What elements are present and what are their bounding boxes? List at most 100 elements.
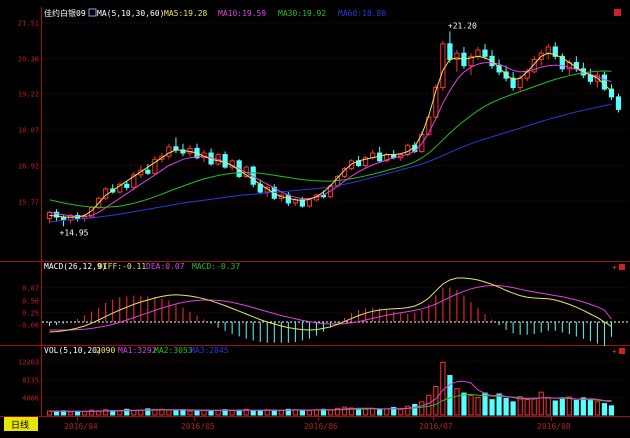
volume-bar	[166, 409, 172, 416]
volume-bar	[433, 386, 439, 416]
volume-bar	[355, 408, 362, 416]
volume-bar	[412, 403, 418, 416]
macd-panel-header: MACD(26,12,9) DIFF:-0.11 DEA:0.07 MACD:-…	[44, 262, 625, 272]
price-axis-tick-label: 15.77	[18, 199, 39, 207]
volume-bar	[215, 409, 221, 416]
volume-bar	[236, 409, 242, 416]
candle-body	[145, 169, 151, 174]
x-axis: 2016/04 2016/05 2016/06 2016/07 2016/08	[64, 417, 571, 431]
volume-bar	[468, 394, 474, 416]
volume-bar	[46, 410, 53, 416]
close-icon[interactable]	[614, 9, 621, 16]
stock-chart: 佳约白银09 MA(5,10,30,60) MA5:19.28 MA10:19.…	[0, 7, 630, 431]
volume-bar	[587, 398, 593, 416]
volume-bar	[306, 410, 313, 416]
volume-bar	[117, 410, 123, 416]
high-price-annotation: +21.20	[448, 21, 477, 30]
vol-axis-tick-label: 8135	[22, 377, 39, 385]
ma30-label: MA30:19.92	[278, 9, 326, 18]
vol-ma2-label: MA2:3053	[154, 346, 193, 355]
volume-bar	[187, 410, 193, 416]
x-label-2016-05: 2016/05	[181, 422, 215, 431]
vol-close-icon[interactable]	[619, 348, 625, 354]
dea-label: DEA:0.07	[146, 262, 185, 271]
vol-axis-tick-label: 4066	[22, 395, 39, 403]
volume-bar	[278, 410, 284, 416]
period-button[interactable]: 日线	[4, 417, 38, 431]
volume-bar	[566, 396, 572, 416]
volume-bar	[67, 411, 74, 416]
volume-bar	[482, 392, 488, 416]
price-axis-tick-label: 21.51	[18, 20, 39, 28]
volume-bar	[503, 397, 509, 416]
candle-body	[601, 74, 608, 90]
price-plot-area: 21.51 20.36 19.22 18.07 16.92 15.77 +21.20 +14.…	[18, 20, 630, 237]
candle-body	[447, 43, 453, 60]
instrument-title: 佳约白银09	[44, 8, 86, 18]
volume-bar	[524, 399, 530, 416]
candle-body	[615, 96, 622, 110]
volume-bar	[531, 397, 537, 416]
ma60-line	[49, 103, 612, 223]
volume-bar	[447, 375, 453, 416]
volume-bar	[180, 409, 186, 416]
macd-close-icon[interactable]	[619, 264, 625, 270]
candle-body	[475, 49, 481, 57]
price-axis-tick-label: 19.22	[18, 91, 39, 99]
volume-bar	[538, 391, 544, 416]
vol-add-icon[interactable]: +	[612, 347, 617, 356]
price-axis-tick-label: 16.92	[18, 163, 39, 171]
volume-bar	[608, 405, 615, 416]
candle-body	[166, 146, 172, 157]
volume-bar	[426, 394, 432, 416]
macd-add-icon[interactable]: +	[612, 263, 617, 272]
macd-plot-area: 0.87 0.56 0.25 -0.06	[18, 277, 630, 346]
volume-bar	[363, 408, 369, 416]
vol-axis-tick-label: 12203	[18, 359, 39, 367]
volume-bar	[545, 396, 551, 416]
volume-bar	[496, 393, 502, 416]
macd-axis-tick-label: 0.87	[22, 285, 39, 293]
volume-bar	[82, 410, 88, 416]
volume-bar	[405, 405, 411, 416]
volume-bar	[299, 409, 305, 416]
candle-body	[440, 43, 446, 89]
volume-bar	[341, 406, 348, 416]
volume-bar	[208, 410, 214, 416]
vol-indicator-name: VOL(5,10,20)	[44, 346, 102, 355]
x-label-2016-08: 2016/08	[537, 422, 571, 431]
volume-bar	[594, 401, 601, 416]
macd-axis-tick-label: 0.56	[22, 298, 39, 306]
volume-bar	[601, 403, 608, 416]
ma10-label: MA10:19.59	[218, 9, 266, 18]
volume-bar	[419, 401, 425, 416]
volume-bar	[377, 409, 383, 416]
ma-indicator-name: MA(5,10,30,60)	[97, 9, 164, 18]
volume-bar	[552, 400, 558, 416]
x-label-2016-07: 2016/07	[419, 422, 453, 431]
volume-bar	[250, 410, 256, 416]
macd-axis-tick-label: -0.06	[18, 322, 39, 330]
volume-bar	[229, 410, 235, 416]
volume-bar	[384, 408, 390, 416]
volume-bar	[327, 409, 334, 416]
candle-body	[545, 46, 551, 54]
main-panel-header: 佳约白银09 MA(5,10,30,60) MA5:19.28 MA10:19.…	[44, 8, 621, 18]
candle-body	[306, 199, 313, 207]
vol-ma1-label: MA1:3292	[118, 346, 157, 355]
volume-bar	[257, 410, 263, 416]
period-button-label: 日线	[11, 419, 29, 431]
volume-bar	[194, 410, 200, 416]
volume-plot-area: 12203 8135 4066	[18, 359, 630, 416]
candle-body	[517, 77, 523, 89]
volume-bar	[173, 410, 179, 416]
vol-panel-header: VOL(5,10,20) 2090 MA1:3292 MA2:3053 MA3:…	[44, 346, 625, 356]
indicator-switch-icon[interactable]	[88, 8, 97, 17]
volume-bar	[75, 410, 81, 416]
volume-bar	[131, 410, 137, 416]
volume-bar	[559, 398, 565, 416]
volume-bar	[573, 400, 579, 416]
volume-bar	[271, 409, 277, 416]
volume-bar	[398, 408, 404, 416]
candle-body	[482, 49, 488, 57]
